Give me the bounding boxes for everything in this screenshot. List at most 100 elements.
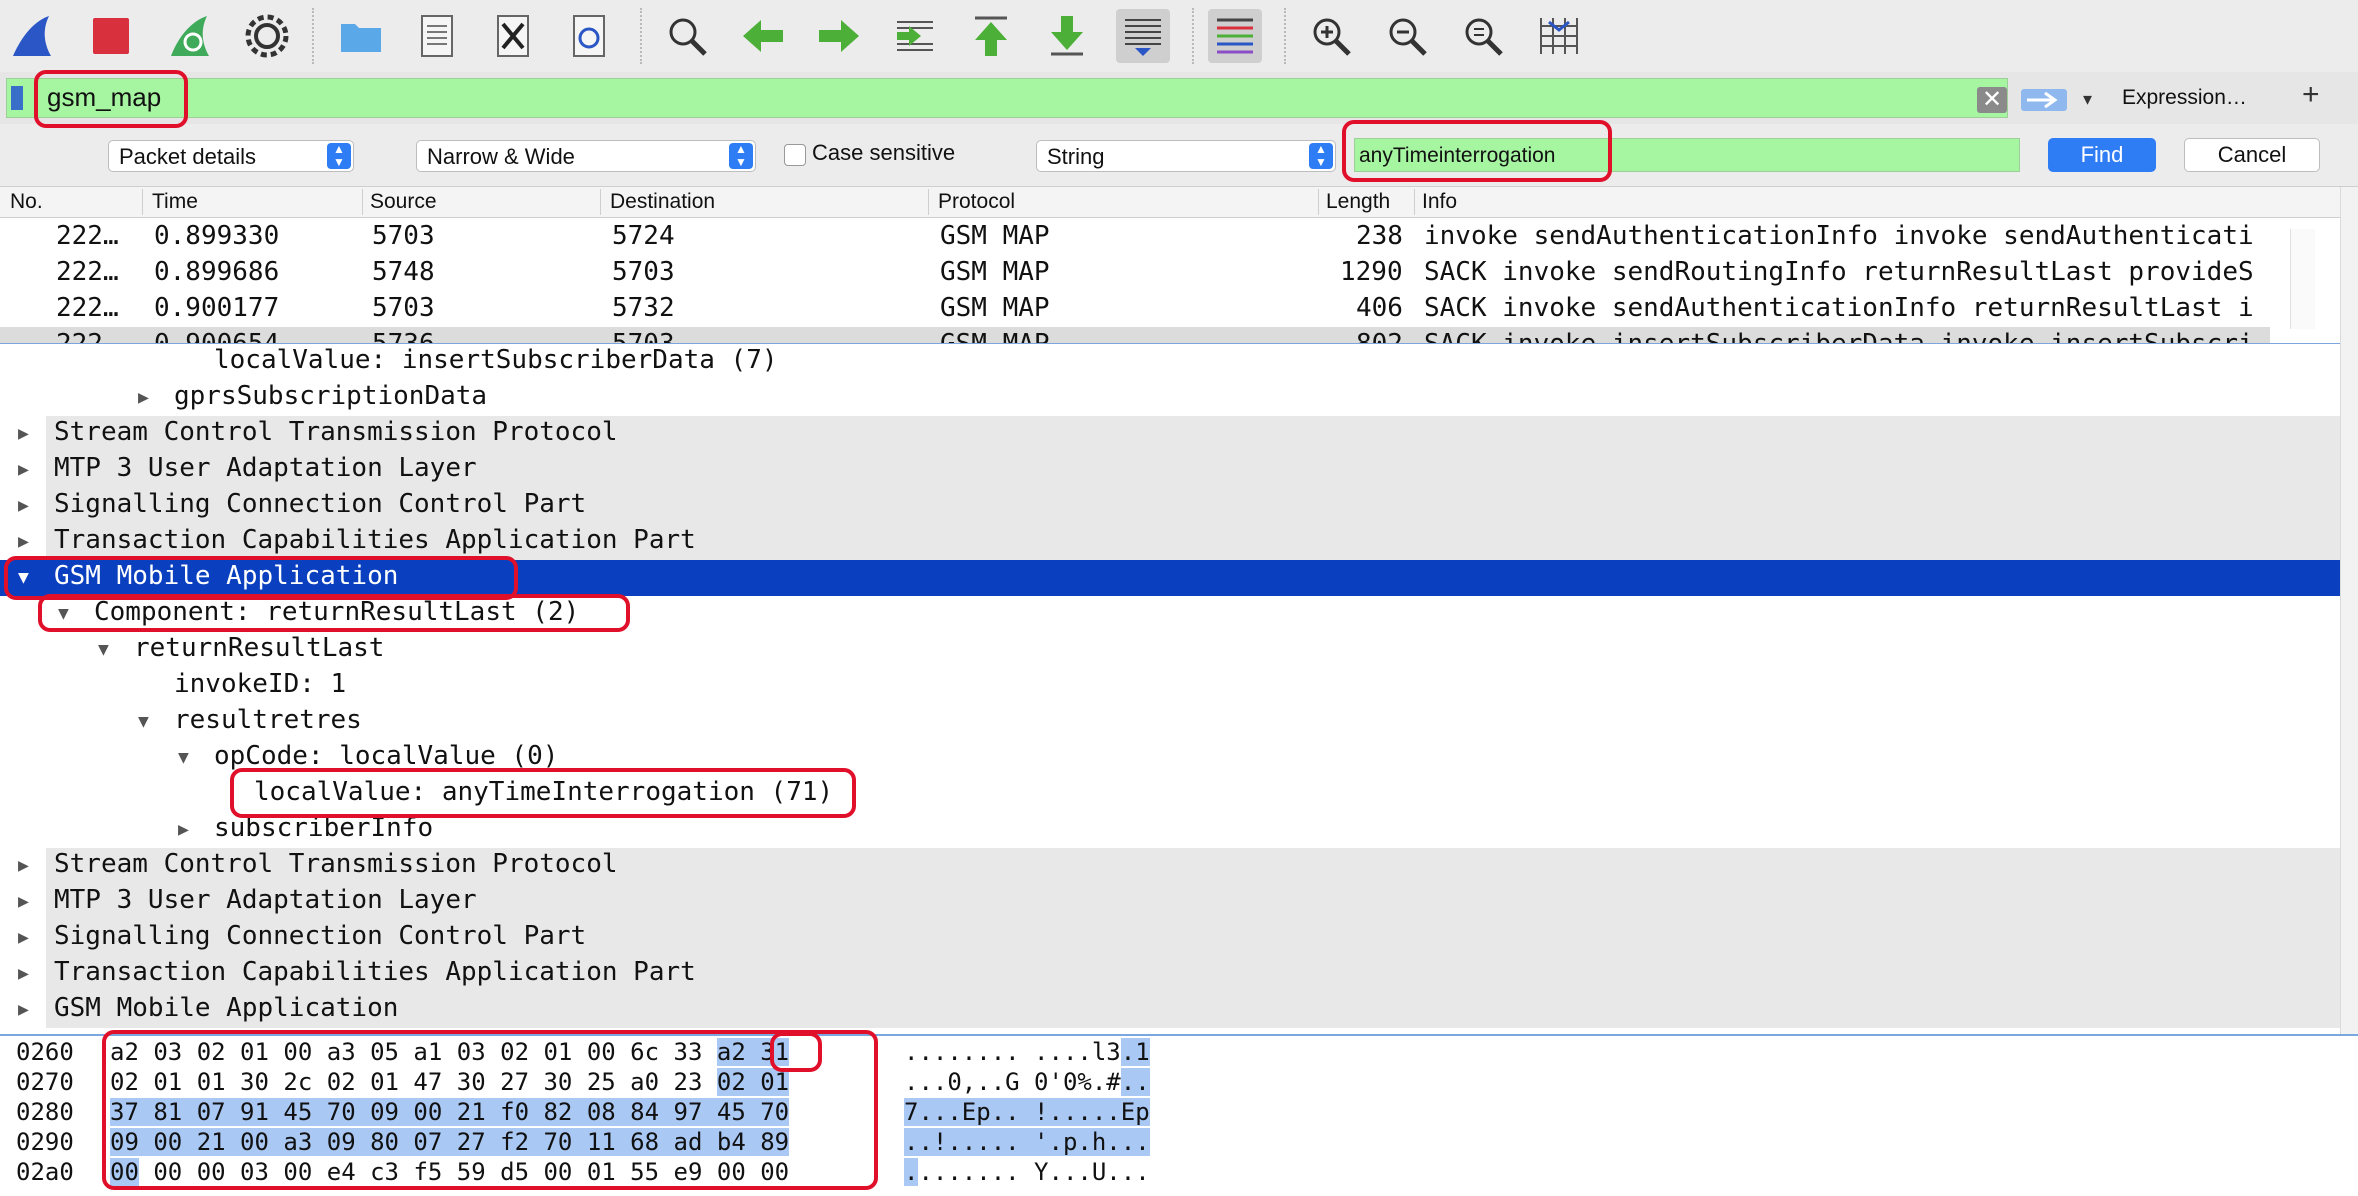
- add-filter-button[interactable]: +: [2302, 78, 2320, 112]
- search-type-select[interactable]: String ▲ ▼: [1036, 140, 1336, 172]
- search-in-value: Packet details: [119, 144, 256, 169]
- tree-row[interactable]: ▶ GSM Mobile Application: [0, 992, 2340, 1028]
- collapse-icon[interactable]: ▼: [98, 632, 109, 668]
- tree-row[interactable]: ▶ Signalling Connection Control Part: [0, 488, 2340, 524]
- chevron-updown-icon: ▲ ▼: [327, 143, 351, 169]
- collapse-icon[interactable]: ▼: [178, 740, 189, 776]
- tree-label: returnResultLast: [134, 633, 385, 663]
- tree-row[interactable]: ▶ Stream Control Transmission Protocol: [0, 848, 2340, 884]
- packet-row-selected[interactable]: 222… 0.900654 5736 5703 GSM MAP 802 SACK…: [0, 327, 2270, 345]
- folder-icon[interactable]: [334, 9, 388, 63]
- tree-label: MTP 3 User Adaptation Layer: [54, 453, 477, 483]
- char-width-value: Narrow & Wide: [427, 144, 575, 169]
- tree-row[interactable]: ▶ Stream Control Transmission Protocol: [0, 416, 2340, 452]
- expand-icon[interactable]: ▶: [18, 956, 29, 992]
- tree-row[interactable]: ▶ Transaction Capabilities Application P…: [0, 956, 2340, 992]
- expand-icon[interactable]: ▶: [18, 920, 29, 956]
- apply-filter-button[interactable]: [2021, 89, 2067, 111]
- expand-icon[interactable]: ▶: [18, 884, 29, 920]
- go-to-packet-icon[interactable]: [888, 9, 942, 63]
- column-destination[interactable]: Destination: [610, 190, 715, 214]
- column-time[interactable]: Time: [152, 190, 198, 214]
- tree-row[interactable]: ▶ gprsSubscriptionData: [0, 380, 2340, 416]
- packet-info: SACK invoke sendAuthenticationInfo retur…: [1424, 293, 2254, 323]
- bytes-ascii-highlight: .1: [1120, 1038, 1150, 1066]
- reload-icon[interactable]: [562, 9, 616, 63]
- tree-row[interactable]: localValue: insertSubscriberData (7): [0, 344, 2340, 380]
- bytes-offset: 0280: [16, 1098, 74, 1126]
- shark-fin-icon[interactable]: [6, 9, 60, 63]
- packet-row[interactable]: 222… 0.899686 5748 5703 GSM MAP 1290 SAC…: [0, 255, 2270, 291]
- cancel-button[interactable]: Cancel: [2184, 138, 2320, 172]
- bookmark-icon[interactable]: [11, 86, 23, 110]
- packet-list: No. Time Source Destination Protocol Len…: [0, 187, 2340, 345]
- chevron-updown-icon: ▲ ▼: [729, 143, 753, 169]
- zoom-reset-icon[interactable]: [1456, 9, 1510, 63]
- column-info[interactable]: Info: [1422, 190, 1457, 214]
- colorize-icon[interactable]: [1208, 9, 1262, 63]
- column-no[interactable]: No.: [10, 190, 43, 214]
- expand-icon[interactable]: ▶: [178, 812, 189, 848]
- packet-source: 5748: [372, 257, 435, 287]
- expand-icon[interactable]: ▶: [138, 380, 149, 416]
- display-filter-input[interactable]: gsm_map ✕ ▾: [6, 78, 2092, 118]
- case-sensitive-checkbox[interactable]: [784, 144, 806, 166]
- zoom-in-icon[interactable]: [1304, 9, 1358, 63]
- gear-icon[interactable]: [240, 9, 294, 63]
- tree-row[interactable]: invokeID: 1: [0, 668, 2340, 704]
- packet-row[interactable]: 222… 0.900177 5703 5732 GSM MAP 406 SACK…: [0, 291, 2270, 327]
- annotation-box-byte-a2: [770, 1032, 822, 1072]
- autoscroll-icon[interactable]: [1116, 9, 1170, 63]
- stop-icon[interactable]: [84, 9, 138, 63]
- vertical-scrollbar[interactable]: [2340, 187, 2358, 1034]
- packet-row[interactable]: 222… 0.899330 5703 5724 GSM MAP 238 invo…: [0, 219, 2270, 255]
- expand-icon[interactable]: ▶: [18, 524, 29, 560]
- resize-columns-icon[interactable]: [1532, 9, 1586, 63]
- column-protocol[interactable]: Protocol: [938, 190, 1015, 214]
- bytes-ascii: ........ ....l3: [904, 1038, 1121, 1066]
- packet-list-minimap[interactable]: [2290, 229, 2315, 329]
- tree-label: GSM Mobile Application: [54, 993, 399, 1023]
- tree-row[interactable]: ▼ resultretres: [0, 704, 2340, 740]
- expand-icon[interactable]: ▶: [18, 992, 29, 1028]
- expand-icon[interactable]: ▶: [18, 416, 29, 452]
- search-icon[interactable]: [660, 9, 714, 63]
- tree-label: localValue: insertSubscriberData (7): [214, 345, 778, 375]
- arrow-right-icon[interactable]: [812, 9, 866, 63]
- tree-row[interactable]: ▶ MTP 3 User Adaptation Layer: [0, 452, 2340, 488]
- annotation-box-bytes: [102, 1030, 878, 1190]
- file-icon[interactable]: [410, 9, 464, 63]
- tree-label: Signalling Connection Control Part: [54, 921, 587, 951]
- restart-icon[interactable]: [162, 9, 216, 63]
- tree-label: Stream Control Transmission Protocol: [54, 849, 618, 879]
- tree-row[interactable]: ▶ Transaction Capabilities Application P…: [0, 524, 2340, 560]
- packet-time: 0.900654: [154, 329, 280, 345]
- search-in-select[interactable]: Packet details ▲ ▼: [108, 140, 354, 172]
- close-file-icon[interactable]: [486, 9, 540, 63]
- expand-icon[interactable]: ▶: [18, 848, 29, 884]
- tree-row[interactable]: ▼ returnResultLast: [0, 632, 2340, 668]
- collapse-icon[interactable]: ▼: [138, 704, 149, 740]
- tree-row[interactable]: ▶ Signalling Connection Control Part: [0, 920, 2340, 956]
- column-source[interactable]: Source: [370, 190, 437, 214]
- clear-filter-button[interactable]: ✕: [1977, 87, 2007, 113]
- column-length[interactable]: Length: [1326, 190, 1390, 214]
- bytes-ascii-highlight: ..: [1120, 1068, 1150, 1096]
- arrow-down-icon[interactable]: [1040, 9, 1094, 63]
- find-button[interactable]: Find: [2048, 138, 2156, 172]
- arrow-up-icon[interactable]: [964, 9, 1018, 63]
- tree-row[interactable]: ▶ MTP 3 User Adaptation Layer: [0, 884, 2340, 920]
- expand-icon[interactable]: ▶: [18, 488, 29, 524]
- packet-destination: 5703: [612, 329, 675, 345]
- expand-icon[interactable]: ▶: [18, 452, 29, 488]
- arrow-left-icon[interactable]: [736, 9, 790, 63]
- bytes-ascii-highlight: ..!..... '.p.h...: [904, 1128, 1150, 1156]
- tree-label: Transaction Capabilities Application Par…: [54, 525, 696, 555]
- bytes-offset: 0270: [16, 1068, 74, 1096]
- filter-history-dropdown[interactable]: ▾: [2083, 85, 2103, 113]
- packet-time: 0.899330: [154, 221, 280, 251]
- expression-button[interactable]: Expression…: [2122, 86, 2247, 110]
- char-width-select[interactable]: Narrow & Wide ▲ ▼: [416, 140, 756, 172]
- bytes-ascii-highlight: 7...Ep.. !.....Ep: [904, 1098, 1150, 1126]
- zoom-out-icon[interactable]: [1380, 9, 1434, 63]
